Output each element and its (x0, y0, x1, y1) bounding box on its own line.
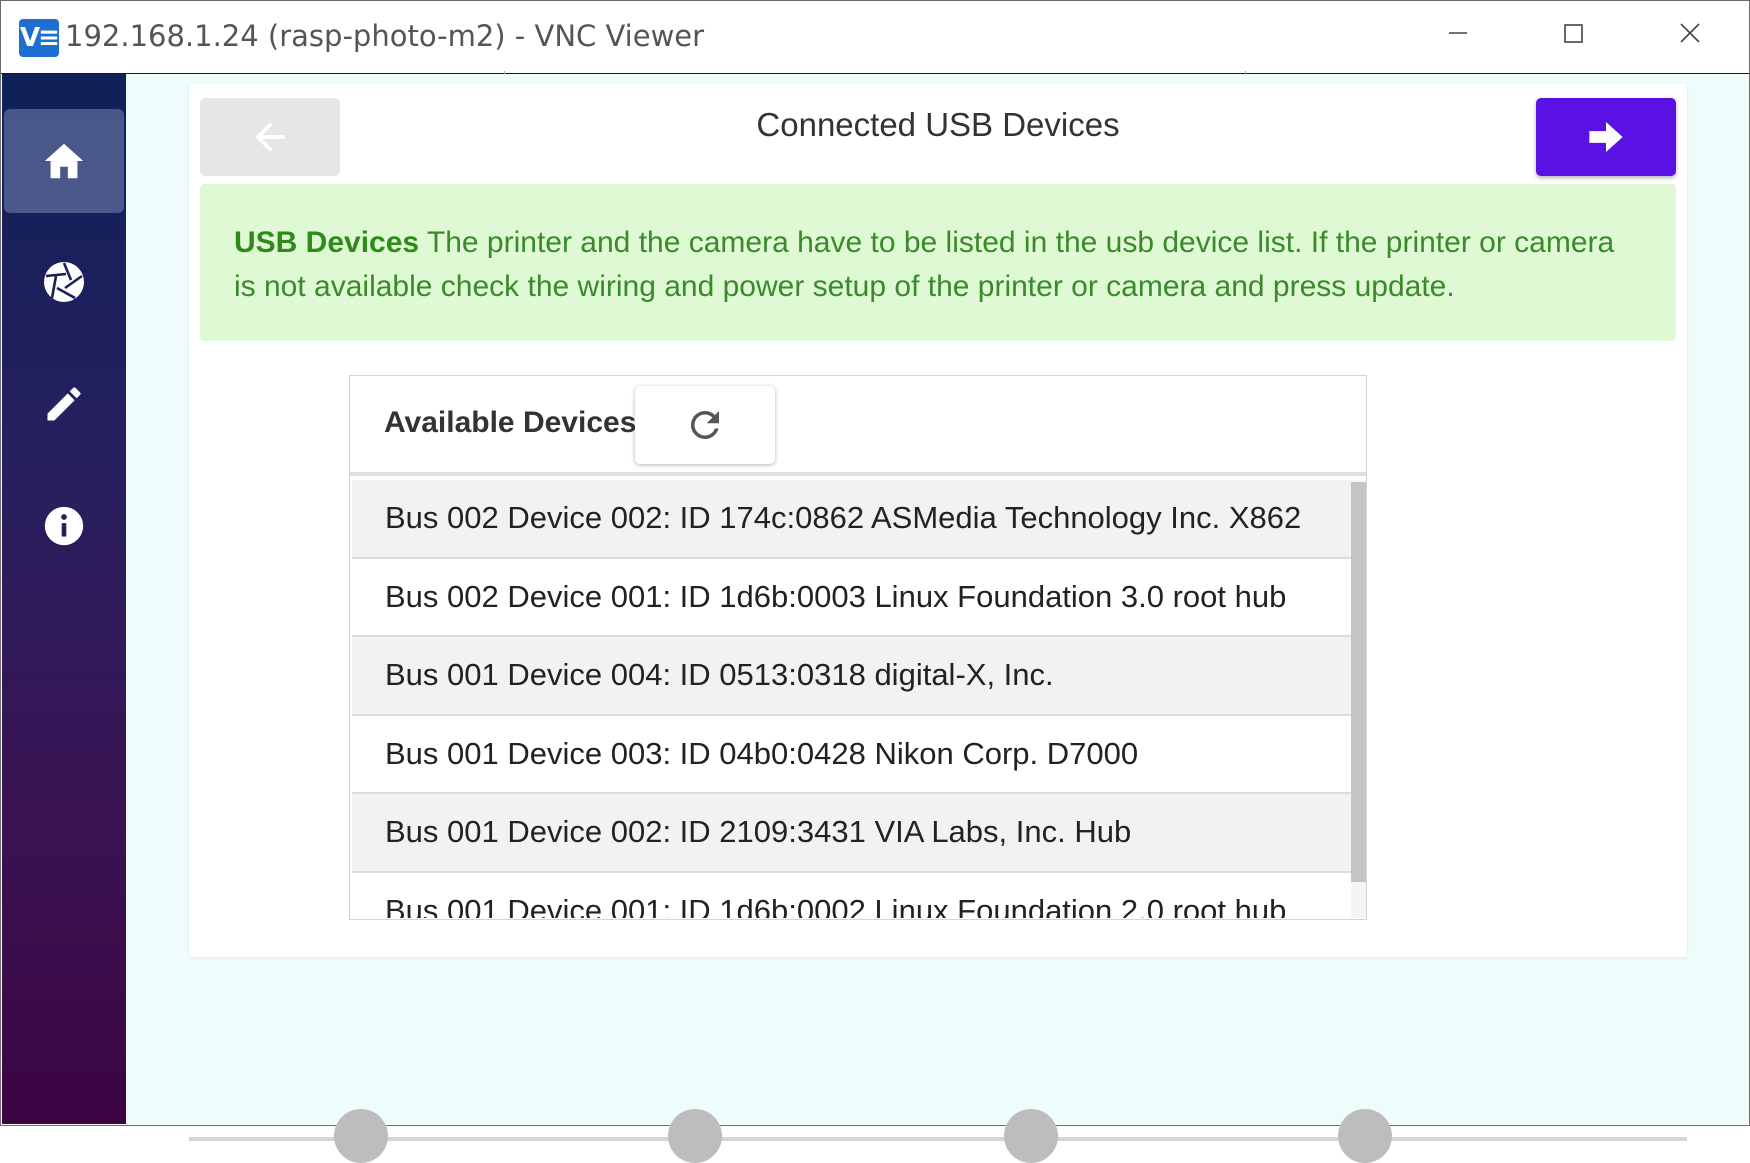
refresh-icon (690, 410, 719, 439)
window-title: 192.168.1.24 (rasp-photo-m2) - VNC Viewe… (65, 19, 705, 53)
vnc-viewer-window: V≡ 192.168.1.24 (rasp-photo-m2) - VNC Vi… (0, 0, 1750, 1163)
home-icon (44, 143, 84, 179)
step-dot-1[interactable] (334, 1109, 388, 1163)
pencil-icon (47, 387, 81, 421)
maximize-icon (1564, 24, 1583, 43)
title-bar[interactable]: V≡ 192.168.1.24 (rasp-photo-m2) - VNC Vi… (1, 1, 1749, 77)
next-button[interactable] (1536, 98, 1676, 176)
devices-panel-header: Available Devices (350, 376, 1366, 476)
minimize-icon (1449, 32, 1467, 34)
maximize-button[interactable] (1543, 13, 1603, 61)
info-text: The printer and the camera have to be li… (234, 226, 1615, 303)
device-list-item[interactable]: Bus 001 Device 002: ID 2109:3431 VIA Lab… (352, 794, 1352, 873)
device-list-item[interactable]: Bus 001 Device 003: ID 04b0:0428 Nikon C… (352, 716, 1352, 794)
device-list[interactable]: Bus 002 Device 002: ID 174c:0862 ASMedia… (352, 480, 1352, 918)
devices-panel-title: Available Devices (384, 406, 637, 439)
camera-aperture-icon (44, 262, 84, 302)
device-list-scrollbar[interactable] (1351, 480, 1366, 918)
remote-desktop-area: Connected USB Devices USB Devices The pr… (2, 74, 1749, 1163)
sidebar-item-edit[interactable] (4, 352, 124, 456)
device-list-item[interactable]: Bus 002 Device 001: ID 1d6b:0003 Linux F… (352, 559, 1352, 637)
devices-panel: Available Devices Bus 002 Device 002: ID… (349, 375, 1367, 920)
content-card: Connected USB Devices USB Devices The pr… (189, 84, 1687, 957)
refresh-button[interactable] (635, 386, 775, 464)
close-icon (1680, 23, 1700, 43)
minimize-button[interactable] (1427, 13, 1487, 61)
step-dot-2[interactable] (668, 1109, 722, 1163)
step-progress-track (189, 1137, 1687, 1141)
device-list-item[interactable]: Bus 001 Device 004: ID 0513:0318 digital… (352, 637, 1352, 716)
device-list-item[interactable]: Bus 002 Device 002: ID 174c:0862 ASMedia… (352, 480, 1352, 559)
vnc-app-icon: V≡ (19, 19, 60, 57)
info-heading: USB Devices (234, 226, 420, 259)
device-list-item[interactable]: Bus 001 Device 001: ID 1d6b:0002 Linux F… (352, 873, 1352, 919)
sidebar (2, 74, 126, 1124)
step-dot-3[interactable] (1004, 1109, 1058, 1163)
arrow-right-icon (1589, 122, 1623, 152)
info-alert: USB Devices The printer and the camera h… (200, 184, 1676, 341)
page-title: Connected USB Devices (756, 106, 1120, 143)
close-button[interactable] (1659, 13, 1719, 61)
sidebar-item-camera[interactable] (4, 230, 124, 334)
sidebar-item-info[interactable] (4, 474, 124, 578)
step-progress (189, 1109, 1687, 1163)
step-dot-4[interactable] (1338, 1109, 1392, 1163)
scrollbar-thumb[interactable] (1351, 482, 1366, 882)
sidebar-item-home[interactable] (4, 109, 124, 213)
info-icon (44, 506, 84, 546)
